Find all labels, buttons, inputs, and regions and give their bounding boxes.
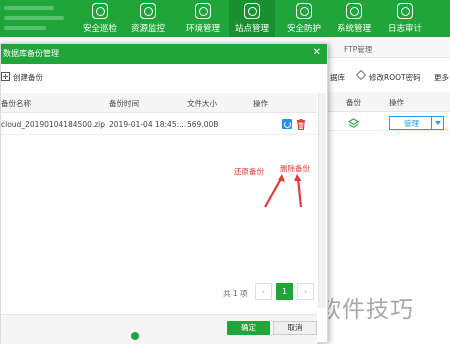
column-header-action: 操作 <box>253 99 268 108</box>
close-icon[interactable]: ✕ <box>313 47 321 59</box>
add-icon <box>1 72 10 81</box>
backup-dialog: 数据库备份管理 ✕ 创建备份 备份名称 备份时间 文件大小 操作 cloud_2… <box>0 43 328 344</box>
annotation-delete: 删除备份 <box>280 164 310 173</box>
system-icon <box>346 3 362 19</box>
nav-item-log-audit[interactable]: 日志审计 <box>382 0 428 37</box>
column-header-name: 备份名称 <box>1 99 31 108</box>
nav-item-label: 资源监控 <box>130 24 165 34</box>
layers-icon[interactable] <box>348 118 359 129</box>
cancel-button[interactable]: 取消 <box>273 321 317 335</box>
column-header-time: 备份时间 <box>109 99 139 108</box>
background-table-header: 备份 操作 <box>328 92 450 112</box>
nav-item-label: 日志审计 <box>387 24 422 34</box>
pager-prev-button[interactable]: ‹ <box>255 283 272 300</box>
status-dot <box>131 332 139 340</box>
brand-logo <box>4 2 68 34</box>
divider <box>328 130 450 131</box>
annotation-restore: 还原备份 <box>234 167 264 176</box>
confirm-button[interactable]: 确定 <box>227 321 270 335</box>
sites-icon <box>244 3 260 19</box>
nav-item-protection[interactable]: 安全防护 <box>282 0 326 37</box>
environment-icon <box>195 3 211 19</box>
chevron-down-icon[interactable] <box>431 117 443 129</box>
pager-total: 共 1 项 <box>223 289 248 298</box>
backup-name: cloud_20190104184500.zip <box>1 120 106 129</box>
trash-icon[interactable] <box>296 119 306 130</box>
nav-item-resource-monitor[interactable]: 资源监控 <box>126 0 170 37</box>
restore-icon[interactable] <box>282 119 292 129</box>
dialog-header: 数据库备份管理 ✕ <box>1 44 327 64</box>
annotation-arrows <box>264 174 303 208</box>
nav-item-label: 环境管理 <box>185 24 220 34</box>
nav-item-security-check[interactable]: 安全巡检 <box>78 0 122 37</box>
backup-size: 569.00B <box>187 120 219 129</box>
nav-item-label: 系统管理 <box>336 24 371 34</box>
tab-ftp[interactable]: FTP管理 <box>344 44 372 55</box>
nav-item-system[interactable]: 系统管理 <box>331 0 377 37</box>
pager-next-button[interactable]: › <box>297 283 314 300</box>
nav-item-environment[interactable]: 环境管理 <box>180 0 226 37</box>
manage-select-value: 管理 <box>404 119 419 128</box>
backup-time: 2019-01-04 18:45:... <box>109 120 187 129</box>
column-header-size: 文件大小 <box>187 99 217 108</box>
key-icon <box>356 70 366 80</box>
dialog-title: 数据库备份管理 <box>3 49 59 58</box>
nav-item-label: 安全巡检 <box>82 24 117 34</box>
column-header-backup: 备份 <box>346 98 361 107</box>
column-header-action: 操作 <box>389 98 404 107</box>
pager-page-button[interactable]: 1 <box>276 283 293 300</box>
more-button[interactable]: 更多 <box>434 72 449 83</box>
table-header: 备份名称 备份时间 文件大小 操作 <box>1 93 317 113</box>
create-backup-label: 创建备份 <box>13 73 43 82</box>
monitor-icon <box>140 3 156 19</box>
top-navbar: 安全巡检 资源监控 环境管理 站点管理 安全防护 系统管理 日志审计 <box>0 0 450 37</box>
shield-scan-icon <box>92 3 108 19</box>
log-icon <box>397 3 413 19</box>
change-root-password-button[interactable]: 修改ROOT密码 <box>369 72 421 83</box>
nav-item-sites[interactable]: 站点管理 <box>229 0 275 37</box>
protect-icon <box>296 3 312 19</box>
watermark-text: 软件技巧 <box>318 297 414 323</box>
table-row: cloud_20190104184500.zip 2019-01-04 18:4… <box>1 113 317 135</box>
nav-item-label: 安全防护 <box>286 24 321 34</box>
manage-select[interactable]: 管理 <box>389 116 444 130</box>
nav-item-label: 站点管理 <box>234 24 269 34</box>
toolbar-partial-label[interactable]: 据库 <box>330 72 345 83</box>
